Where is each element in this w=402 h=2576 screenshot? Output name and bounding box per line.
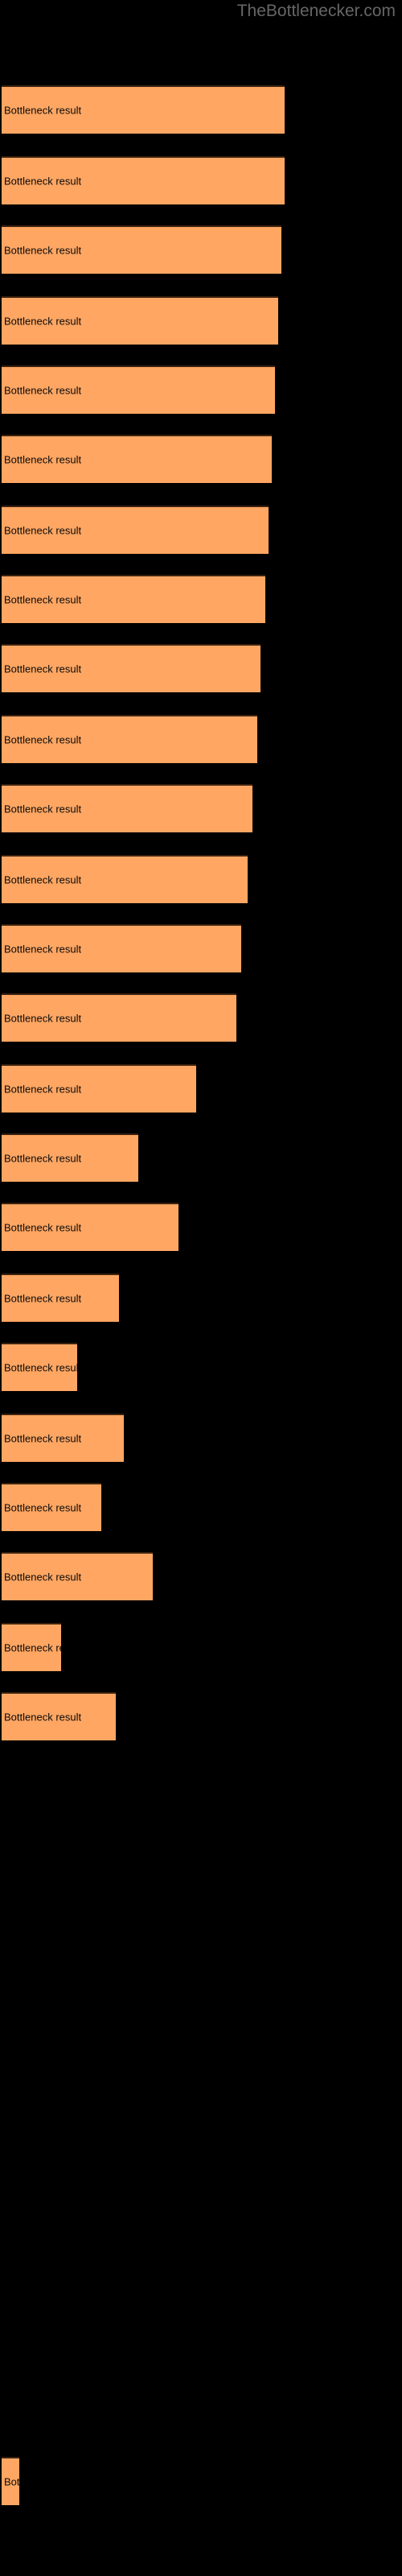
bar-25: Bottleneck result bbox=[2, 2457, 19, 2505]
bar-18: Bottleneck result bbox=[2, 1274, 119, 1322]
bar-8: Bottleneck result bbox=[2, 575, 265, 623]
bar-24: Bottleneck result bbox=[2, 1692, 116, 1740]
chart-root: TheBottlenecker.com Bottleneck result Bot… bbox=[0, 0, 402, 2576]
bar-label: Bottleneck result bbox=[4, 1432, 82, 1445]
bar-label: Bottleneck result bbox=[4, 524, 82, 537]
bar-label: Bottleneck result bbox=[4, 104, 82, 117]
bar-14: Bottleneck result bbox=[2, 993, 236, 1042]
bar-9: Bottleneck result bbox=[2, 644, 260, 692]
bar-label: Bottleneck result bbox=[4, 1501, 82, 1514]
bar-1: Bottleneck result bbox=[2, 85, 285, 134]
bar-label: Bottleneck result bbox=[4, 943, 82, 956]
bar-17: Bottleneck result bbox=[2, 1203, 178, 1251]
bar-label: Bottleneck result bbox=[4, 1641, 61, 1654]
bar-chart-plot-area: Bottleneck result Bottleneck result Bottle… bbox=[0, 0, 402, 2576]
bar-2: Bottleneck result bbox=[2, 156, 285, 204]
bar-4: Bottleneck result bbox=[2, 296, 278, 345]
bar-label: Bottleneck result bbox=[4, 733, 82, 746]
bar-label: Bottleneck result bbox=[4, 1083, 82, 1096]
bar-21: Bottleneck result bbox=[2, 1483, 101, 1531]
bar-7: Bottleneck result bbox=[2, 506, 269, 554]
bar-label: Bottleneck result bbox=[4, 873, 82, 886]
bar-16: Bottleneck result bbox=[2, 1133, 138, 1182]
bar-label: Bottleneck result bbox=[4, 175, 82, 188]
bar-label: Bottleneck result bbox=[4, 384, 82, 397]
bar-label: Bottleneck result bbox=[4, 1012, 82, 1025]
bar-19: Bottleneck result bbox=[2, 1343, 77, 1391]
bar-10: Bottleneck result bbox=[2, 715, 257, 763]
bar-22: Bottleneck result bbox=[2, 1552, 153, 1600]
bar-label: Bottleneck result bbox=[4, 1711, 82, 1724]
bar-label: Bottleneck result bbox=[4, 244, 82, 257]
bar-20: Bottleneck result bbox=[2, 1414, 124, 1462]
bar-label: Bottleneck result bbox=[4, 1292, 82, 1305]
bar-13: Bottleneck result bbox=[2, 924, 241, 972]
bar-label: Bottleneck result bbox=[4, 453, 82, 466]
bar-label: Bottleneck result bbox=[4, 663, 82, 675]
bar-12: Bottleneck result bbox=[2, 855, 248, 903]
bar-label: Bottleneck result bbox=[4, 1152, 82, 1165]
bar-6: Bottleneck result bbox=[2, 435, 272, 483]
bar-5: Bottleneck result bbox=[2, 365, 275, 414]
bar-label: Bottleneck result bbox=[4, 1361, 77, 1374]
bar-label: Bottleneck result bbox=[4, 1221, 82, 1234]
bar-label: Bottleneck result bbox=[4, 803, 82, 815]
bar-3: Bottleneck result bbox=[2, 225, 281, 274]
bar-11: Bottleneck result bbox=[2, 784, 252, 832]
bar-label: Bottleneck result bbox=[4, 593, 82, 606]
bar-label: Bottleneck result bbox=[4, 2475, 19, 2488]
bar-15: Bottleneck result bbox=[2, 1064, 196, 1113]
bar-23: Bottleneck result bbox=[2, 1623, 61, 1671]
bar-label: Bottleneck result bbox=[4, 315, 82, 328]
bar-label: Bottleneck result bbox=[4, 1571, 82, 1583]
